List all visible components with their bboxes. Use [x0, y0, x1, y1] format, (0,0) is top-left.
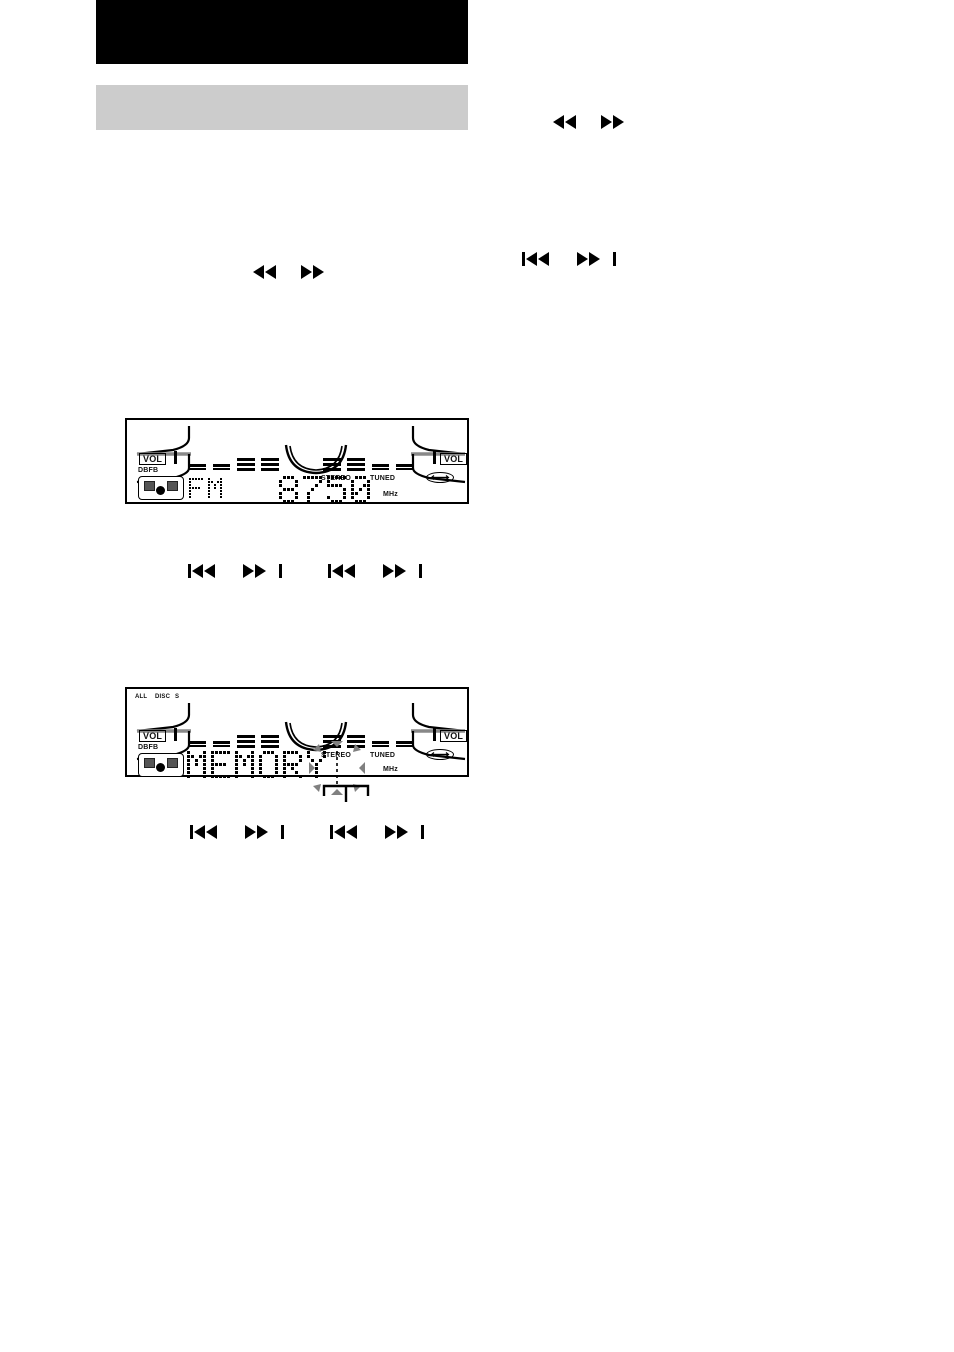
transport-icons-mid-right	[522, 249, 616, 269]
transport-icons-mid-left	[253, 262, 335, 282]
source-glyph-icon	[138, 476, 184, 500]
lcd-character	[235, 751, 254, 778]
previous-track-icon[interactable]	[190, 822, 230, 842]
next-track-icon[interactable]	[242, 561, 282, 581]
lcd-character	[303, 476, 322, 503]
fast-forward-icon[interactable]	[601, 112, 635, 132]
vol-left-label: VOL	[139, 453, 167, 465]
vol-right-cursor	[433, 728, 436, 741]
vol-left-cursor	[174, 451, 177, 464]
page-title-bar	[96, 0, 468, 64]
fast-forward-icon[interactable]	[301, 262, 335, 282]
tuned-label: TUNED	[370, 475, 396, 482]
next-track-icon[interactable]	[384, 822, 424, 842]
lcd-character	[283, 751, 302, 778]
memory-display-panel: ALL DISC S VOL DBFB STEREO TUNED MHz VOL	[125, 687, 469, 795]
vol-right-cursor	[433, 451, 436, 464]
lcd-character	[208, 478, 222, 498]
display-frequency	[279, 476, 370, 503]
vol-right-label: VOL	[440, 453, 468, 465]
lcd-character	[211, 751, 230, 778]
transport-icons-row-3	[188, 561, 422, 581]
disc-indicator-label: DISC	[155, 694, 171, 700]
lcd-character	[189, 478, 203, 498]
repeat-oval-icon	[426, 749, 454, 760]
manual-page: VOL DBFB TUNED MHz VOL ALL DISC S VOL DB…	[0, 0, 954, 1352]
previous-track-icon[interactable]	[328, 561, 368, 581]
vol-left-label: VOL	[139, 730, 167, 742]
lcd-character	[259, 751, 278, 778]
rewind-icon[interactable]	[553, 112, 587, 132]
transport-icons-row-4	[190, 822, 424, 842]
display-main-text	[189, 478, 222, 498]
lcd-character	[351, 476, 370, 503]
all-indicator-label: ALL	[135, 694, 148, 700]
previous-track-icon[interactable]	[522, 249, 562, 269]
annotation-leader-bracket	[318, 778, 374, 809]
vol-left-cursor	[174, 728, 177, 741]
tuner-display-panel: VOL DBFB TUNED MHz VOL	[125, 418, 469, 504]
next-track-icon[interactable]	[244, 822, 284, 842]
previous-track-icon[interactable]	[330, 822, 370, 842]
display-main-text	[187, 751, 326, 778]
section-heading-bar	[96, 85, 468, 130]
next-track-icon[interactable]	[382, 561, 422, 581]
lcd-character	[279, 476, 298, 503]
vol-right-label: VOL	[440, 730, 468, 742]
dbfb-label: DBFB	[138, 744, 159, 751]
mhz-label: MHz	[383, 491, 398, 498]
lcd-character	[327, 476, 346, 503]
rewind-icon[interactable]	[253, 262, 287, 282]
previous-track-icon[interactable]	[188, 561, 228, 581]
tuned-label: TUNED	[370, 752, 396, 759]
shuffle-indicator-label: S	[175, 694, 180, 700]
next-track-icon[interactable]	[576, 249, 616, 269]
mhz-label: MHz	[383, 766, 398, 773]
lcd-character	[187, 751, 206, 778]
source-glyph-icon	[138, 753, 184, 777]
repeat-oval-icon	[426, 472, 454, 483]
dbfb-label: DBFB	[138, 467, 159, 474]
transport-icons-top-right	[553, 112, 635, 132]
